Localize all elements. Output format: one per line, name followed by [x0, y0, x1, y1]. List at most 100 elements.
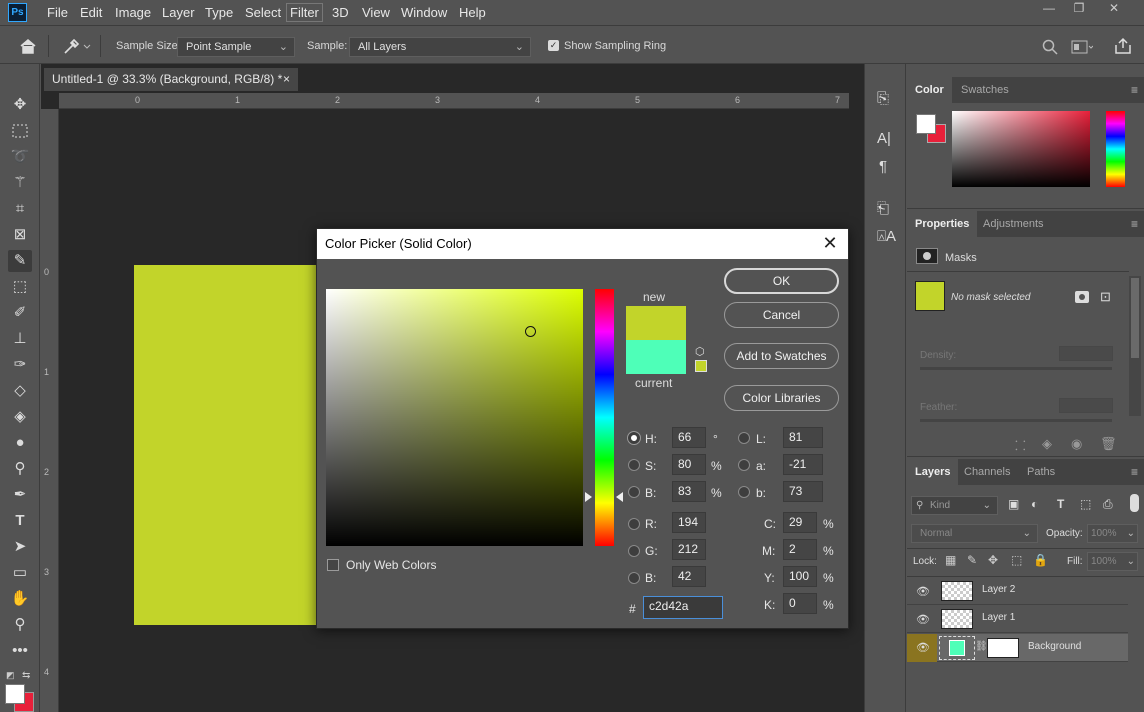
hue-slider-left-arrow[interactable]	[585, 492, 592, 502]
filter-adjustment-icon[interactable]: ◐	[1031, 497, 1038, 511]
out-of-gamut-cube-icon[interactable]: ⬡	[695, 345, 705, 358]
close-icon[interactable]: ✕	[820, 229, 840, 259]
hue-slider[interactable]	[595, 289, 614, 546]
dodge-tool-icon[interactable]: ⚲	[8, 458, 32, 480]
red-field[interactable]: 194	[672, 512, 706, 533]
color-libraries-button[interactable]: Color Libraries	[724, 385, 839, 411]
filter-pixel-icon[interactable]: ▣	[1008, 497, 1019, 511]
lab-b-radio[interactable]	[738, 486, 750, 498]
layer-row[interactable]: 👁 Layer 2	[907, 578, 1128, 605]
menu-select[interactable]: Select	[245, 5, 281, 20]
sample-select[interactable]: All Layers ⌄	[349, 37, 531, 57]
document-canvas[interactable]	[134, 265, 316, 625]
history-panel-icon[interactable]: ⎘	[877, 90, 889, 107]
magic-wand-tool-icon[interactable]: ⚚	[8, 172, 32, 194]
minimize-icon[interactable]: —	[1032, 0, 1066, 18]
vertical-ruler[interactable]: 0 1 2 3 4	[41, 109, 59, 712]
menu-view[interactable]: View	[362, 5, 390, 20]
lock-all-icon[interactable]: 🔒	[1033, 553, 1048, 567]
healing-brush-tool-icon[interactable]: ⬚	[8, 276, 32, 298]
density-field[interactable]	[1059, 346, 1113, 361]
lock-artboard-icon[interactable]: ⬚	[1011, 553, 1022, 567]
sample-size-select[interactable]: Point Sample ⌄	[177, 37, 295, 57]
filter-smart-object-icon[interactable]: ⎙	[1103, 497, 1113, 512]
visibility-mask-icon[interactable]: ◉	[1071, 436, 1082, 452]
green-field[interactable]: 212	[672, 539, 706, 560]
black-field[interactable]: 0	[783, 593, 817, 614]
layer-row[interactable]: 👁 Layer 1	[907, 606, 1128, 633]
menu-3d[interactable]: 3D	[332, 5, 349, 20]
filter-type-icon[interactable]: T	[1057, 497, 1064, 511]
add-to-swatches-button[interactable]: Add to Swatches	[724, 343, 839, 369]
move-tool-icon[interactable]: ✥	[8, 94, 32, 116]
search-icon[interactable]	[1042, 39, 1058, 55]
close-tab-icon[interactable]: ×	[283, 68, 290, 91]
ok-button[interactable]: OK	[724, 268, 839, 294]
show-ring-checkbox[interactable]: ✓	[548, 40, 559, 51]
rectangle-tool-icon[interactable]: ▭	[8, 562, 32, 584]
tab-adjustments[interactable]: Adjustments	[975, 211, 1052, 237]
saturation-radio[interactable]	[628, 459, 640, 471]
layer-kind-filter[interactable]: ⚲ Kind ⌄	[911, 496, 998, 515]
cancel-button[interactable]: Cancel	[724, 302, 839, 328]
filter-shape-icon[interactable]: ⬚	[1080, 497, 1091, 511]
lab-b-field[interactable]: 73	[783, 481, 823, 502]
tab-swatches[interactable]: Swatches	[953, 77, 1017, 103]
blue-radio[interactable]	[628, 572, 640, 584]
blue-field[interactable]: 42	[672, 566, 706, 587]
link-icon[interactable]: ⛓	[975, 641, 988, 652]
green-radio[interactable]	[628, 545, 640, 557]
visibility-eye-icon[interactable]: 👁	[916, 641, 930, 654]
add-vector-mask-icon[interactable]: ⊡	[1100, 289, 1111, 305]
filter-toggle[interactable]	[1130, 494, 1139, 512]
feather-field[interactable]	[1059, 398, 1113, 413]
menu-layer[interactable]: Layer	[162, 5, 195, 20]
marquee-tool-icon[interactable]	[8, 120, 32, 142]
eyedropper-tool-icon[interactable]: ✎	[8, 250, 32, 272]
home-icon[interactable]	[18, 37, 38, 55]
panel-menu-icon[interactable]: ≡	[1131, 217, 1138, 231]
menu-type[interactable]: Type	[205, 5, 233, 20]
glyphs-panel-icon[interactable]: ⎗	[877, 200, 889, 217]
tab-layers[interactable]: Layers	[907, 459, 959, 485]
add-pixel-mask-icon[interactable]	[1075, 291, 1089, 303]
frame-tool-icon[interactable]: ⊠	[8, 224, 32, 246]
lock-transparent-icon[interactable]: ▦	[945, 553, 956, 567]
workspace-icon[interactable]	[1071, 39, 1094, 55]
load-selection-icon[interactable]: ⸬	[1015, 436, 1026, 454]
crop-tool-icon[interactable]: ⌗	[8, 198, 32, 220]
lock-pixels-icon[interactable]: ✎	[967, 553, 977, 567]
only-web-colors-checkbox[interactable]	[327, 559, 339, 571]
hand-tool-icon[interactable]: ✋	[8, 588, 32, 610]
density-slider[interactable]	[920, 367, 1112, 370]
magenta-field[interactable]: 2	[783, 539, 817, 560]
restore-icon[interactable]: ❐	[1062, 0, 1096, 18]
swap-colors-icon[interactable]: ⇆	[22, 670, 30, 681]
color-panel-fg-swatch[interactable]	[916, 114, 936, 134]
brush-tool-icon[interactable]: ✐	[8, 302, 32, 324]
menu-image[interactable]: Image	[115, 5, 151, 20]
yellow-field[interactable]: 100	[783, 566, 817, 587]
lock-position-icon[interactable]: ✥	[988, 553, 998, 567]
paragraph-styles-icon[interactable]: ⍓A	[877, 228, 896, 245]
lab-a-radio[interactable]	[738, 459, 750, 471]
visibility-eye-icon[interactable]: 👁	[916, 613, 930, 626]
blur-tool-icon[interactable]: ●	[8, 432, 32, 454]
layer-row-selected[interactable]: 👁 ⛓ Background	[907, 634, 1128, 662]
tab-channels[interactable]: Channels	[956, 459, 1018, 485]
fill-field[interactable]: 100% ⌄	[1087, 552, 1138, 571]
paragraph-panel-icon[interactable]: ¶	[879, 158, 887, 175]
lab-l-radio[interactable]	[738, 432, 750, 444]
photoshop-logo[interactable]: Ps	[8, 3, 27, 22]
apply-mask-icon[interactable]: ◈	[1042, 436, 1052, 452]
zoom-tool-icon[interactable]: ⚲	[8, 614, 32, 636]
eyedropper-preset-icon[interactable]	[62, 37, 92, 55]
default-colors-icon[interactable]: ◩	[6, 670, 15, 681]
path-selection-tool-icon[interactable]: ➤	[8, 536, 32, 558]
lab-l-field[interactable]: 81	[783, 427, 823, 448]
color-panel-field[interactable]	[952, 111, 1090, 187]
hue-radio[interactable]	[628, 432, 640, 444]
saturation-field[interactable]: 80	[672, 454, 706, 475]
close-window-icon[interactable]: ✕	[1097, 0, 1131, 18]
brightness-radio[interactable]	[628, 486, 640, 498]
